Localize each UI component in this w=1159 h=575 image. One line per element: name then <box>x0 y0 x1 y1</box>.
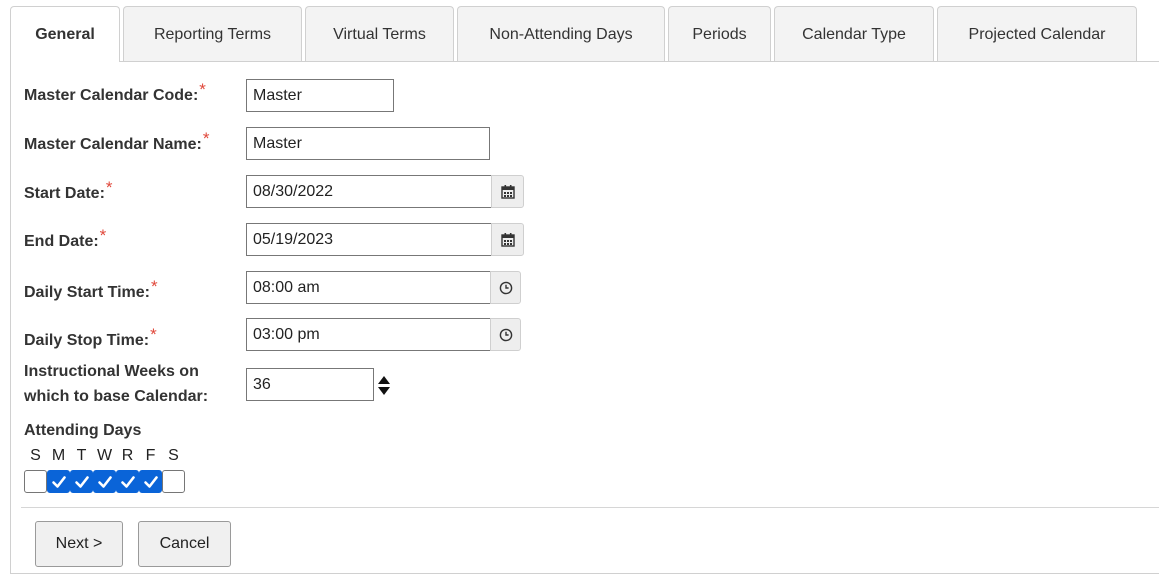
day-letter-monday: M <box>51 447 66 464</box>
day-letter-thursday: R <box>121 447 134 464</box>
day-checkbox-sunday[interactable] <box>24 470 47 493</box>
tab-label: Reporting Terms <box>153 25 272 43</box>
daily-start-time-picker-button[interactable] <box>490 271 521 304</box>
checkmark-icon <box>97 475 112 488</box>
day-letter-sunday: S <box>30 447 41 464</box>
tab-projected-calendar[interactable]: Projected Calendar <box>937 6 1137 62</box>
required-marker: * <box>99 226 107 245</box>
checkmark-icon <box>74 475 89 488</box>
daily-stop-time-picker-button[interactable] <box>490 318 521 351</box>
attending-days-label: Attending Days <box>24 422 142 439</box>
calendar-icon <box>500 232 515 247</box>
daily-start-time-label: Daily Start Time:* <box>24 277 158 301</box>
day-letter-wednesday: W <box>96 447 113 464</box>
day-checkbox-monday[interactable] <box>47 470 70 493</box>
day-letter-tuesday: T <box>76 447 87 464</box>
start-date-label: Start Date:* <box>24 178 113 202</box>
next-button[interactable]: Next > <box>35 521 123 567</box>
start-date-input[interactable] <box>246 175 492 208</box>
required-marker: * <box>150 277 158 296</box>
master-calendar-name-label: Master Calendar Name:* <box>24 129 210 153</box>
daily-start-time-input[interactable] <box>246 271 491 304</box>
attending-day-letters: S M T W R F S <box>24 447 185 465</box>
checkmark-icon <box>51 475 66 488</box>
calendar-icon <box>500 184 515 199</box>
end-date-label: End Date:* <box>24 226 107 250</box>
stepper-down-icon[interactable] <box>378 386 390 395</box>
required-marker: * <box>202 129 210 148</box>
start-date-picker-button[interactable] <box>491 175 524 208</box>
end-date-picker-button[interactable] <box>491 223 524 256</box>
attending-day-checkboxes <box>24 470 185 493</box>
tab-reporting-terms[interactable]: Reporting Terms <box>123 6 302 62</box>
instructional-weeks-input[interactable] <box>246 368 374 401</box>
tab-label: Projected Calendar <box>968 25 1106 43</box>
required-marker: * <box>150 325 157 344</box>
tab-periods[interactable]: Periods <box>668 6 771 62</box>
day-letter-saturday: S <box>168 447 179 464</box>
master-calendar-name-input[interactable] <box>246 127 490 160</box>
instructional-weeks-label-line2: which to base Calendar: <box>24 388 209 405</box>
instructional-weeks-label: Instructional Weeks on <box>24 363 199 380</box>
required-marker: * <box>105 178 113 197</box>
day-checkbox-friday[interactable] <box>139 470 162 493</box>
checkmark-icon <box>120 475 135 488</box>
cancel-button[interactable]: Cancel <box>138 521 231 567</box>
daily-stop-time-input[interactable] <box>246 318 491 351</box>
daily-stop-time-label: Daily Stop Time:* <box>24 325 157 349</box>
required-marker: * <box>199 80 206 99</box>
stepper-up-icon[interactable] <box>378 375 390 384</box>
tab-label: Virtual Terms <box>333 25 426 43</box>
divider <box>21 507 1159 508</box>
tab-calendar-type[interactable]: Calendar Type <box>774 6 934 62</box>
weeks-stepper[interactable] <box>375 368 393 402</box>
general-panel: Master Calendar Code:* Master Calendar N… <box>10 61 1159 574</box>
tab-virtual-terms[interactable]: Virtual Terms <box>305 6 454 62</box>
day-letter-friday: F <box>145 447 156 464</box>
checkmark-icon <box>143 475 158 488</box>
end-date-input[interactable] <box>246 223 492 256</box>
tab-non-attending-days[interactable]: Non-Attending Days <box>457 6 665 62</box>
master-calendar-code-input[interactable] <box>246 79 394 112</box>
tab-label: Non-Attending Days <box>489 25 633 43</box>
day-checkbox-wednesday[interactable] <box>93 470 116 493</box>
tab-label: Calendar Type <box>802 25 906 43</box>
tab-label: Periods <box>692 25 747 43</box>
day-checkbox-saturday[interactable] <box>162 470 185 493</box>
clock-icon <box>499 328 512 341</box>
tab-general[interactable]: General <box>10 6 120 63</box>
master-calendar-code-label: Master Calendar Code:* <box>24 80 206 104</box>
clock-icon <box>499 281 512 294</box>
day-checkbox-tuesday[interactable] <box>70 470 93 493</box>
day-checkbox-thursday[interactable] <box>116 470 139 493</box>
tab-bar: General Reporting Terms Virtual Terms No… <box>10 6 1159 63</box>
tab-label: General <box>35 25 95 43</box>
